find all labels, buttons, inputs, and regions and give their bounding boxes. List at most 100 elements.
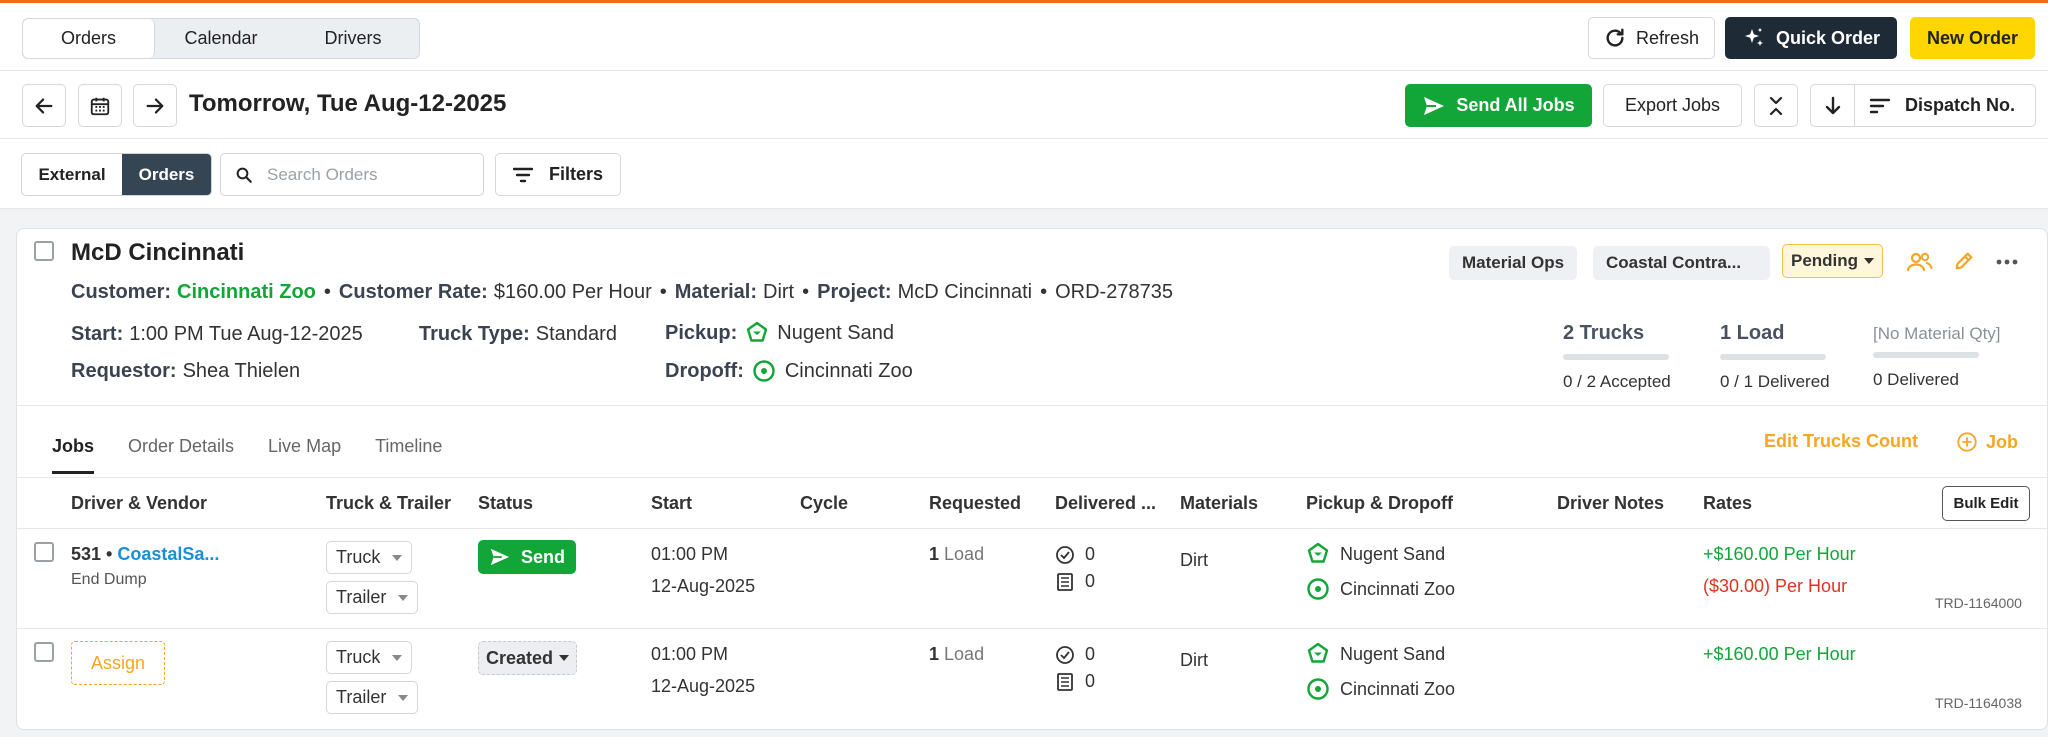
requested-unit: Load — [944, 644, 985, 664]
tab-orders[interactable]: Orders — [23, 19, 155, 58]
material-value: Dirt — [763, 281, 795, 303]
stat-material-qty: [No Material Qty] 0 Delivered — [1873, 324, 2001, 390]
row-checkbox[interactable] — [34, 642, 54, 662]
quick-order-button[interactable]: Quick Order — [1725, 17, 1897, 59]
new-order-button[interactable]: New Order — [1910, 17, 2035, 59]
start-date: 12-Aug-2025 — [651, 676, 756, 696]
pickup-cell: Nugent Sand — [1306, 542, 1445, 566]
table-row: Assign Truck Trailer Created 01:00 PM 12… — [17, 629, 2047, 729]
vendor-link[interactable]: CoastalSa... — [117, 544, 219, 564]
edit-order-pencil-icon[interactable] — [1953, 250, 1975, 272]
send-all-jobs-button[interactable]: Send All Jobs — [1405, 84, 1592, 127]
trailer-dropdown-label: Trailer — [336, 687, 387, 707]
tab-order-details[interactable]: Order Details — [128, 436, 234, 474]
edit-trucks-count-button[interactable]: Edit Trucks Count — [1764, 431, 1918, 452]
loads-progress-bar — [1720, 354, 1826, 360]
ticket-count: 0 — [1085, 571, 1096, 591]
trucks-accepted: 0 / 2 Accepted — [1563, 372, 1671, 391]
pickup-value: Nugent Sand — [777, 321, 895, 344]
arrow-left-icon — [33, 95, 55, 117]
col-truck-trailer: Truck & Trailer — [326, 493, 452, 513]
start-time: 01:00 PM — [651, 644, 729, 664]
source-orders[interactable]: Orders — [122, 154, 211, 195]
assign-driver-button[interactable]: Assign — [71, 641, 165, 685]
requested-unit: Load — [944, 544, 985, 564]
job-status-label: Created — [486, 647, 554, 668]
tab-live-map[interactable]: Live Map — [268, 436, 341, 474]
col-delivered: Delivered ... — [1055, 493, 1157, 513]
search-input[interactable] — [267, 164, 467, 185]
delivered-count-cell: 0 — [1055, 644, 1095, 665]
filter-icon — [512, 167, 533, 183]
order-status-label: Pending — [1791, 251, 1859, 270]
tab-calendar[interactable]: Calendar — [155, 19, 287, 58]
bulk-edit-button[interactable]: Bulk Edit — [1942, 486, 2030, 521]
material-delivered: 0 Delivered — [1873, 370, 1959, 389]
order-number: ORD-278735 — [1055, 281, 1173, 303]
send-job-button[interactable]: Send — [478, 540, 577, 574]
source-switcher: External Orders — [21, 153, 212, 196]
sort-field-button[interactable]: Dispatch No. — [1855, 95, 2015, 116]
project-label: Project: — [817, 281, 892, 303]
date-bar: Tomorrow, Tue Aug-12-2025 Send All Jobs … — [0, 71, 2048, 139]
col-cycle: Cycle — [800, 493, 849, 513]
filters-button[interactable]: Filters — [495, 153, 621, 196]
tab-jobs[interactable]: Jobs — [52, 436, 95, 474]
loads-count: 1 Load — [1720, 322, 1785, 344]
add-job-button[interactable]: Job — [1956, 431, 2018, 453]
delivered-count: 0 — [1085, 644, 1096, 664]
requestor-label: Requestor: — [71, 360, 177, 382]
truck-type-line: Truck Type: Standard — [419, 323, 617, 346]
col-materials: Materials — [1180, 493, 1259, 513]
send-icon — [1422, 95, 1446, 117]
start-value: 1:00 PM Tue Aug-12-2025 — [129, 323, 363, 345]
export-jobs-button[interactable]: Export Jobs — [1603, 84, 1742, 127]
row-checkbox[interactable] — [34, 542, 54, 562]
customer-link[interactable]: Cincinnati Zoo — [177, 281, 316, 304]
customer-rate-value: $160.00 Per Hour — [493, 281, 652, 303]
previous-day-button[interactable] — [22, 84, 66, 127]
customer-rate: +$160.00 Per Hour — [1703, 544, 1856, 564]
sort-direction-button[interactable] — [1811, 85, 1855, 126]
requestor-line: Requestor: Shea Thielen — [71, 360, 300, 383]
chevron-down-icon — [392, 554, 403, 561]
filters-label: Filters — [548, 164, 604, 184]
send-all-jobs-label: Send All Jobs — [1456, 95, 1575, 115]
pickup-location: Nugent Sand — [1340, 643, 1446, 664]
add-job-label: Job — [1986, 431, 2019, 452]
view-switcher: Orders Calendar Drivers — [22, 18, 420, 59]
truck-dropdown[interactable]: Truck — [326, 641, 413, 674]
more-options-icon[interactable] — [1996, 259, 2018, 265]
pickup-label: Pickup: — [665, 321, 738, 344]
collapse-all-button[interactable] — [1754, 84, 1798, 127]
job-status-dropdown[interactable]: Created — [478, 641, 578, 675]
order-checkbox[interactable] — [34, 241, 54, 261]
tab-drivers[interactable]: Drivers — [287, 19, 419, 58]
material-cell: Dirt — [1180, 650, 1208, 670]
requested-cell: 1 Load — [929, 544, 984, 565]
trailer-dropdown[interactable]: Trailer — [326, 681, 419, 714]
calendar-button[interactable] — [78, 84, 122, 127]
requestor-value: Shea Thielen — [182, 360, 301, 382]
send-icon — [489, 547, 511, 567]
order-status-dropdown[interactable]: Pending — [1782, 244, 1884, 278]
next-day-button[interactable] — [133, 84, 177, 127]
start-line: Start: 1:00 PM Tue Aug-12-2025 — [71, 323, 363, 346]
stat-trucks: 2 Trucks 0 / 2 Accepted — [1563, 322, 1671, 392]
truck-type-label: Truck Type: — [419, 323, 530, 345]
tag-material-ops[interactable]: Material Ops — [1449, 246, 1578, 280]
truck-dropdown[interactable]: Truck — [326, 541, 413, 574]
refresh-button[interactable]: Refresh — [1588, 17, 1715, 59]
calendar-icon — [89, 95, 111, 117]
check-circle-icon — [1055, 645, 1075, 665]
selected-date-title: Tomorrow, Tue Aug-12-2025 — [189, 90, 507, 117]
assign-users-icon[interactable] — [1907, 251, 1933, 273]
tag-vendor[interactable]: Coastal Contra... — [1593, 246, 1770, 280]
search-icon — [235, 166, 253, 184]
trailer-dropdown[interactable]: Trailer — [326, 581, 419, 614]
sort-icon — [1869, 97, 1891, 115]
pickup-pin-icon — [745, 321, 769, 345]
tab-timeline[interactable]: Timeline — [375, 436, 442, 474]
source-external[interactable]: External — [22, 154, 122, 195]
filter-bar: External Orders Filters — [0, 139, 2048, 209]
